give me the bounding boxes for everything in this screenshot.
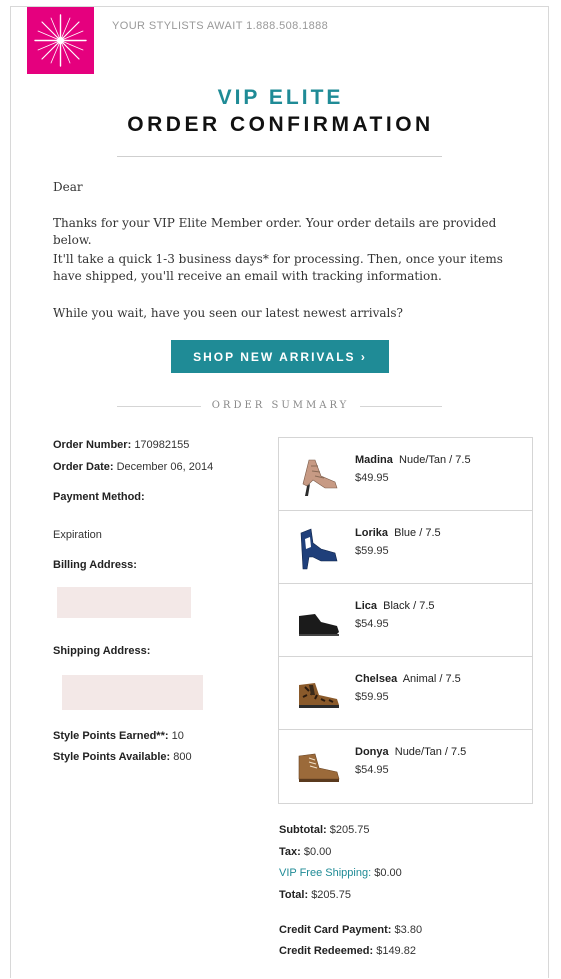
shipping-address-label: Shipping Address: [53,645,150,657]
total-row: Total: $205.75 [279,889,351,901]
payment-method-label-text: Payment Method: [53,491,145,503]
product-name-variant: Madina Nude/Tan / 7.5 [355,454,471,466]
product-name: Lica [355,600,378,612]
product-price: $59.95 [355,691,389,703]
product-price: $49.95 [355,472,389,484]
credit-redeemed-label: Credit Redeemed: [279,945,374,957]
product-price: $59.95 [355,545,389,557]
processing-paragraph: It'll take a quick 1-3 business days* fo… [53,252,503,283]
product-row-madina[interactable]: Madina Nude/Tan / 7.5 $49.95 [279,438,532,511]
stylists-phone-line[interactable]: YOUR STYLISTS AWAIT 1.888.508.1888 [112,20,328,32]
product-name-variant: Donya Nude/Tan / 7.5 [355,746,466,758]
credit-card-payment-value: $3.80 [394,924,423,936]
credit-redeemed-value: $149.82 [376,945,416,957]
product-row-donya[interactable]: Donya Nude/Tan / 7.5 $54.95 [279,730,532,803]
order-number-label: Order Number: [53,439,132,451]
credit-redeemed-row: Credit Redeemed: $149.82 [279,945,416,957]
heeled-sandal-icon[interactable] [291,446,345,500]
subtotal-label: Subtotal: [279,824,327,836]
billing-address-label-text: Billing Address: [53,559,137,571]
style-points-available-label: Style Points Available: [53,751,171,763]
product-row-lica[interactable]: Lica Black / 7.5 $54.95 [279,584,532,657]
shop-new-arrivals-button[interactable]: SHOP NEW ARRIVALS › [171,340,389,373]
order-date-row: Order Date: December 06, 2014 [53,461,213,473]
billing-address-redacted [57,587,191,618]
chelsea-boot-icon[interactable] [291,665,345,719]
product-variant: Nude/Tan / 7.5 [399,454,471,466]
product-name-variant: Lorika Blue / 7.5 [355,527,441,539]
shipping-address-redacted [62,675,203,710]
product-name: Madina [355,454,393,466]
sparkle-star-icon [34,14,87,67]
vip-free-shipping-label: VIP Free Shipping: [279,867,372,879]
billing-address-label: Billing Address: [53,559,137,571]
subtotal-row: Subtotal: $205.75 [279,824,370,836]
product-name-variant: Chelsea Animal / 7.5 [355,673,461,685]
product-name: Lorika [355,527,389,539]
style-points-earned-value: 10 [171,730,184,742]
product-list: Madina Nude/Tan / 7.5 $49.95 Lorika Blue… [278,437,533,804]
order-date-label: Order Date: [53,461,114,473]
product-name: Donya [355,746,389,758]
payment-method-label: Payment Method: [53,491,145,503]
shipping-value: $0.00 [374,867,402,879]
product-variant: Black / 7.5 [383,600,435,612]
page-title: ORDER CONFIRMATION [127,113,434,136]
tax-row: Tax: $0.00 [279,846,331,858]
lace-up-boot-icon[interactable] [291,738,345,792]
credit-card-payment-label: Credit Card Payment: [279,924,392,936]
product-price: $54.95 [355,618,389,630]
subtotal-value: $205.75 [329,824,370,836]
style-points-available-value: 800 [173,751,192,763]
style-points-available-row: Style Points Available: 800 [53,751,192,763]
order-date-value: December 06, 2014 [116,461,214,473]
product-variant: Nude/Tan / 7.5 [394,746,467,758]
product-row-chelsea[interactable]: Chelsea Animal / 7.5 $59.95 [279,657,532,730]
order-summary-heading: ORDER SUMMARY [211,400,350,411]
shipping-address-label-text: Shipping Address: [53,645,151,657]
shipping-row: VIP Free Shipping: $0.00 [279,867,402,879]
product-row-lorika[interactable]: Lorika Blue / 7.5 $59.95 [279,511,532,584]
product-price: $54.95 [355,764,389,776]
product-variant: Animal / 7.5 [402,673,461,685]
product-name: Chelsea [355,673,398,685]
expiration-label: Expiration [53,529,102,541]
arrivals-paragraph: While you wait, have you seen our latest… [53,306,403,320]
tax-label: Tax: [279,846,301,858]
product-variant: Blue / 7.5 [394,527,441,539]
order-number-value: 170982155 [134,439,190,451]
style-points-earned-row: Style Points Earned**: 10 [53,730,184,742]
title-divider [117,156,442,157]
brand-logo[interactable] [27,7,94,74]
intro-paragraph: Thanks for your VIP Elite Member order. … [53,216,497,247]
cutout-bootie-icon[interactable] [291,519,345,573]
credit-card-payment-row: Credit Card Payment: $3.80 [279,924,422,936]
total-value: $205.75 [311,889,351,901]
greeting-text: Dear [53,180,83,194]
vip-elite-title: VIP ELITE [217,86,344,109]
ankle-boot-icon[interactable] [291,592,345,646]
style-points-earned-label: Style Points Earned**: [53,730,169,742]
order-number-row: Order Number: 170982155 [53,439,189,451]
total-label: Total: [279,889,309,901]
tax-value: $0.00 [303,846,332,858]
product-name-variant: Lica Black / 7.5 [355,600,435,612]
